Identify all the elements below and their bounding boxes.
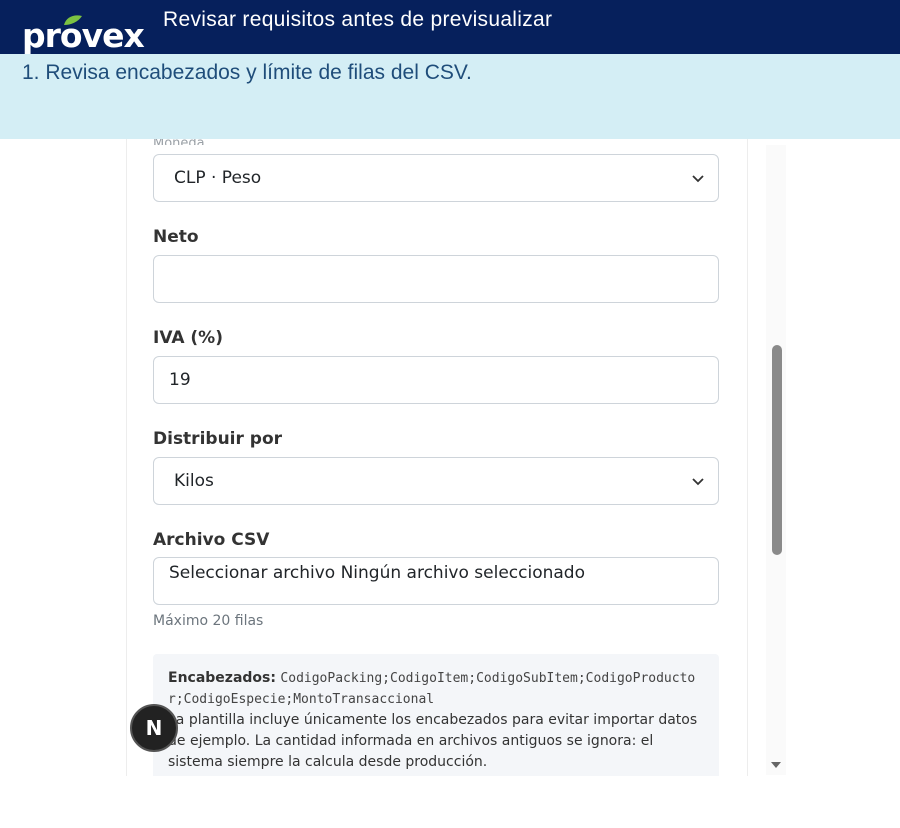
csv-file-input[interactable]: Seleccionar archivo Ningún archivo selec… [153,557,719,605]
distribuir-label: Distribuir por [153,429,283,449]
top-bar: provex Revisar requisitos antes de previ… [0,0,900,56]
neto-label: Neto [153,227,199,247]
neto-input[interactable] [153,255,719,303]
max-rows-help: Máximo 20 filas [153,613,264,629]
distribuir-select[interactable]: Kilos [153,457,719,505]
currency-label-cut: Moneda [153,139,205,145]
scroll-down-arrow-icon[interactable] [770,760,782,770]
distribuir-select-value: Kilos [174,471,214,491]
archivo-label: Archivo CSV [153,530,270,550]
file-input-text: Seleccionar archivo Ningún archivo selec… [169,563,585,583]
iva-input-value: 19 [169,370,191,390]
leaf-icon [64,15,82,25]
chevron-down-icon [692,175,704,183]
scrollbar[interactable] [766,145,786,775]
avatar[interactable]: N [130,704,178,752]
currency-select-value: CLP · Peso [174,168,262,188]
requirements-info: 1. Revisa encabezados y límite de filas … [0,54,900,139]
iva-label: IVA (%) [153,328,223,348]
currency-select[interactable]: CLP · Peso [153,154,719,202]
scrollbar-thumb[interactable] [772,345,782,555]
provex-logo[interactable]: provex [22,15,154,56]
chevron-down-icon [692,478,704,486]
page-title: Revisar requisitos antes de previsualiza… [163,8,553,31]
requirement-step: 1. Revisa encabezados y límite de filas … [22,61,472,84]
headers-label: Encabezados: [168,670,276,686]
note-body: La plantilla incluye únicamente los enca… [168,712,698,770]
form-panel: Moneda CLP · Peso Neto IVA (%) 19 Distri… [126,139,748,776]
iva-input[interactable]: 19 [153,356,719,404]
csv-headers-note: Encabezados: CodigoPacking;CodigoItem;Co… [153,654,719,776]
